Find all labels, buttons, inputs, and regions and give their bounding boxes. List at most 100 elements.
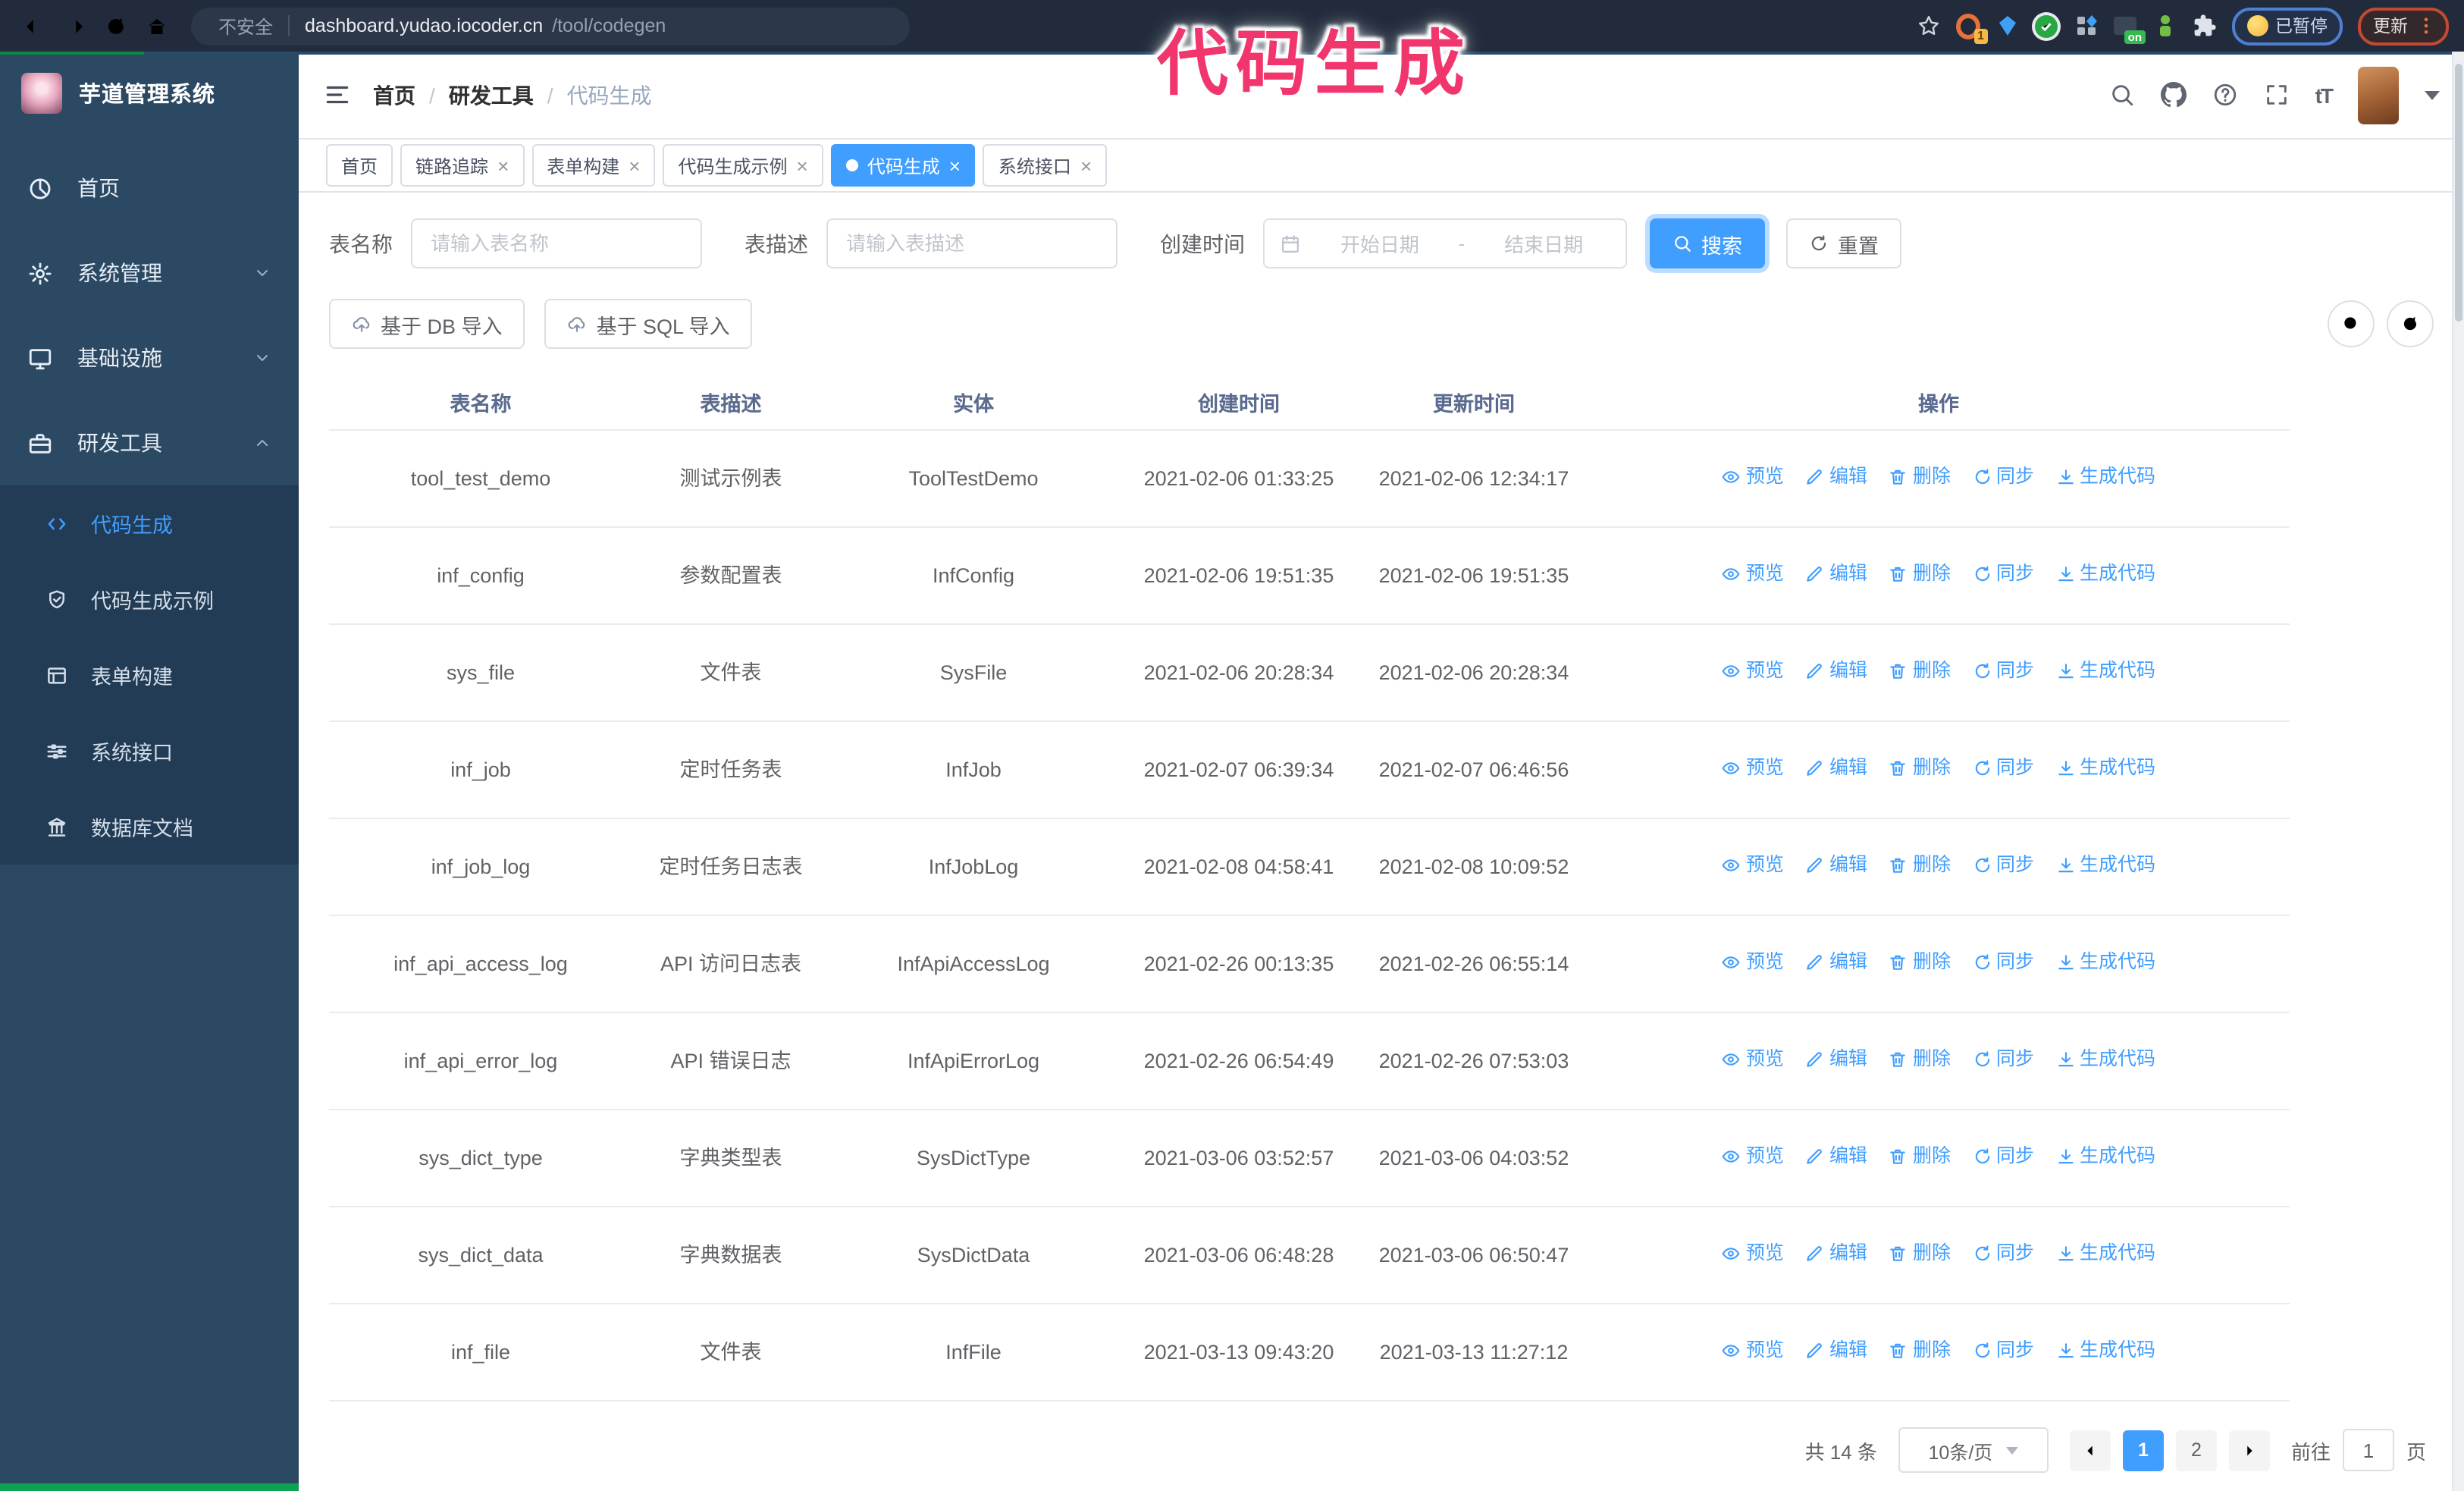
sidebar-subitem-form-builder[interactable]: 表单构建 [0,637,299,713]
prev-page-button[interactable] [2069,1430,2111,1471]
row-action-sync[interactable]: 同步 [1972,558,2034,590]
row-action-generate[interactable]: 生成代码 [2055,1141,2155,1172]
row-action-sync[interactable]: 同步 [1972,1335,2034,1367]
profile-paused-pill[interactable]: 已暂停 [2231,7,2343,45]
tab-home[interactable]: 首页 [326,144,393,187]
page-button-1[interactable]: 1 [2122,1430,2164,1471]
refresh-table-button[interactable] [2387,300,2434,347]
row-action-preview[interactable]: 预览 [1722,1141,1784,1172]
row-action-delete[interactable]: 删除 [1889,1044,1951,1075]
scrollbar-thumb[interactable] [2455,64,2462,322]
row-action-delete[interactable]: 删除 [1889,655,1951,687]
table-name-input[interactable] [411,218,702,268]
row-action-generate[interactable]: 生成代码 [2055,655,2155,687]
row-action-preview[interactable]: 预览 [1722,1335,1784,1367]
sidebar-subitem-codegen[interactable]: 代码生成 [0,485,299,561]
row-action-edit[interactable]: 编辑 [1805,1044,1867,1075]
row-action-edit[interactable]: 编辑 [1805,1141,1867,1172]
row-action-generate[interactable]: 生成代码 [2055,946,2155,978]
sidebar-item-infra[interactable]: 基础设施 [0,315,299,400]
row-action-edit[interactable]: 编辑 [1805,752,1867,784]
row-action-edit[interactable]: 编辑 [1805,461,1867,493]
row-action-sync[interactable]: 同步 [1972,849,2034,881]
sidebar-subitem-db-doc[interactable]: 数据库文档 [0,789,299,865]
row-action-sync[interactable]: 同步 [1972,1044,2034,1075]
row-action-sync[interactable]: 同步 [1972,461,2034,493]
tab-tracer[interactable]: 链路追踪 × [400,144,525,187]
row-action-generate[interactable]: 生成代码 [2055,1238,2155,1270]
breadcrumb-item-home[interactable]: 首页 [373,80,415,110]
extension-check-icon[interactable] [2034,14,2058,38]
create-time-range-picker[interactable]: 开始日期 - 结束日期 [1263,218,1627,268]
toggle-search-button[interactable] [2328,300,2375,347]
sidebar-subitem-system-api[interactable]: 系统接口 [0,713,299,789]
row-action-sync[interactable]: 同步 [1972,946,2034,978]
row-action-generate[interactable]: 生成代码 [2055,752,2155,784]
row-action-edit[interactable]: 编辑 [1805,946,1867,978]
browser-home-icon[interactable] [138,7,176,45]
reset-button[interactable]: 重置 [1786,218,1901,268]
caret-down-icon[interactable] [2425,90,2440,99]
row-action-preview[interactable]: 预览 [1722,946,1784,978]
row-action-delete[interactable]: 删除 [1889,849,1951,881]
extension-on-icon[interactable]: on [2113,14,2145,44]
table-desc-input[interactable] [826,218,1118,268]
close-icon[interactable]: × [497,155,509,175]
extensions-puzzle-icon[interactable] [2192,14,2216,38]
next-page-button[interactable] [2228,1430,2270,1471]
browser-update-button[interactable]: 更新 [2358,7,2449,45]
sidebar-item-dev-tools[interactable]: 研发工具 [0,400,299,485]
import-sql-button[interactable]: 基于 SQL 导入 [544,299,753,349]
app-logo-row[interactable]: 芋道管理系统 [0,52,299,133]
row-action-delete[interactable]: 删除 [1889,1141,1951,1172]
row-action-sync[interactable]: 同步 [1972,655,2034,687]
sidebar-item-home[interactable]: 首页 [0,146,299,231]
hamburger-icon[interactable] [323,80,352,109]
row-action-generate[interactable]: 生成代码 [2055,1044,2155,1075]
sidebar-item-system[interactable]: 系统管理 [0,231,299,315]
row-action-preview[interactable]: 预览 [1722,1238,1784,1270]
search-icon[interactable] [2109,82,2135,108]
row-action-generate[interactable]: 生成代码 [2055,558,2155,590]
extension-gem-icon[interactable] [1995,14,2019,38]
sidebar-subitem-codegen-example[interactable]: 代码生成示例 [0,561,299,637]
row-action-delete[interactable]: 删除 [1889,461,1951,493]
bookmark-star-icon[interactable] [1916,14,1940,38]
tab-form-builder[interactable]: 表单构建 × [531,144,656,187]
font-size-icon[interactable]: tT [2315,83,2334,107]
row-action-edit[interactable]: 编辑 [1805,1335,1867,1367]
close-icon[interactable]: × [797,155,808,175]
browser-reload-icon[interactable] [97,7,135,45]
row-action-preview[interactable]: 预览 [1722,461,1784,493]
close-icon[interactable]: × [629,155,640,175]
row-action-delete[interactable]: 删除 [1889,1238,1951,1270]
page-button-2[interactable]: 2 [2175,1430,2217,1471]
row-action-sync[interactable]: 同步 [1972,1141,2034,1172]
extension-counter-icon[interactable]: 1 [1955,13,1987,44]
browser-back-icon[interactable] [15,7,53,45]
search-button[interactable]: 搜索 [1650,218,1765,268]
close-icon[interactable]: × [949,155,961,175]
row-action-sync[interactable]: 同步 [1972,752,2034,784]
row-action-edit[interactable]: 编辑 [1805,558,1867,590]
close-icon[interactable]: × [1080,155,1092,175]
row-action-edit[interactable]: 编辑 [1805,1238,1867,1270]
row-action-generate[interactable]: 生成代码 [2055,1335,2155,1367]
tab-system-api[interactable]: 系统接口 × [983,144,1108,187]
page-scrollbar[interactable] [2452,52,2464,1491]
address-bar[interactable]: 不安全 dashboard.yudao.iocoder.cn/tool/code… [191,7,910,45]
goto-page-input[interactable] [2342,1429,2394,1471]
tab-codegen[interactable]: 代码生成 × [830,144,976,187]
security-label[interactable]: 不安全 [218,13,273,39]
browser-forward-icon[interactable] [56,7,94,45]
page-size-select[interactable]: 10条/页 [1898,1427,2049,1473]
row-action-preview[interactable]: 预览 [1722,1044,1784,1075]
extension-bot-icon[interactable] [2152,14,2177,38]
row-action-delete[interactable]: 删除 [1889,558,1951,590]
row-action-preview[interactable]: 预览 [1722,558,1784,590]
user-avatar[interactable] [2358,66,2399,124]
row-action-edit[interactable]: 编辑 [1805,655,1867,687]
fullscreen-icon[interactable] [2264,82,2290,108]
tab-codegen-example[interactable]: 代码生成示例 × [663,144,823,187]
extension-grid-icon[interactable] [2074,14,2098,38]
